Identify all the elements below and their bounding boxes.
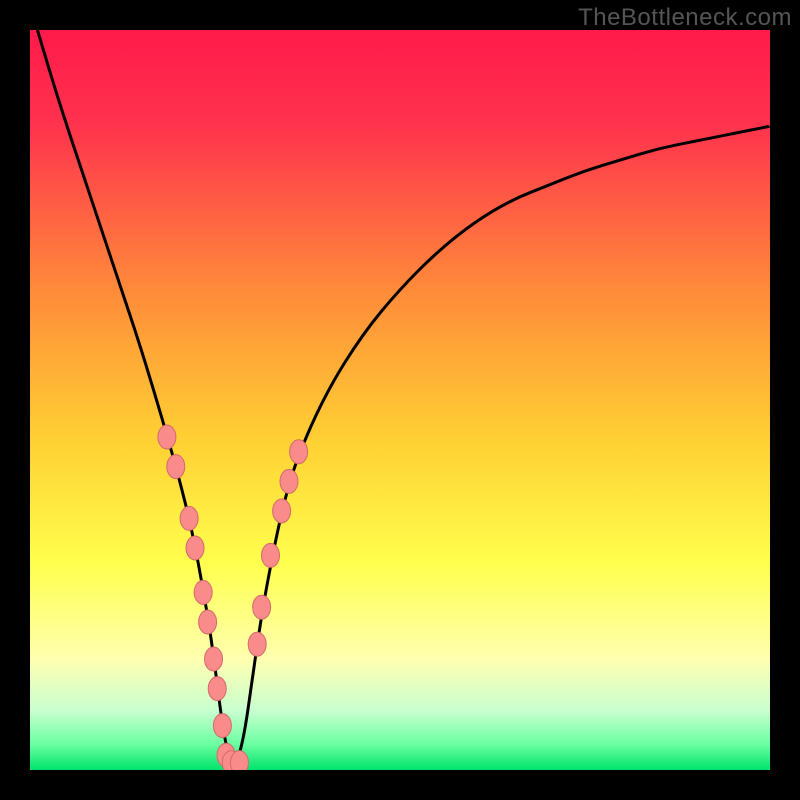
marker-dot	[230, 751, 248, 770]
watermark-text: TheBottleneck.com	[578, 4, 792, 32]
marker-dot	[167, 455, 185, 479]
marker-dot	[290, 440, 308, 464]
marker-dot	[205, 647, 223, 671]
marker-dot	[186, 536, 204, 560]
marker-dot	[194, 580, 212, 604]
curve-overlay	[30, 30, 770, 770]
marker-dot	[262, 543, 280, 567]
chart-frame: TheBottleneck.com	[0, 0, 800, 800]
marker-dot	[213, 714, 231, 738]
plot-area	[30, 30, 770, 770]
marker-dot	[208, 677, 226, 701]
marker-dot	[180, 506, 198, 530]
marker-dot	[199, 610, 217, 634]
marker-dot	[253, 595, 271, 619]
data-markers	[158, 425, 308, 770]
marker-dot	[158, 425, 176, 449]
marker-dot	[248, 632, 266, 656]
bottleneck-curve	[37, 30, 770, 763]
marker-dot	[280, 469, 298, 493]
marker-dot	[273, 499, 291, 523]
